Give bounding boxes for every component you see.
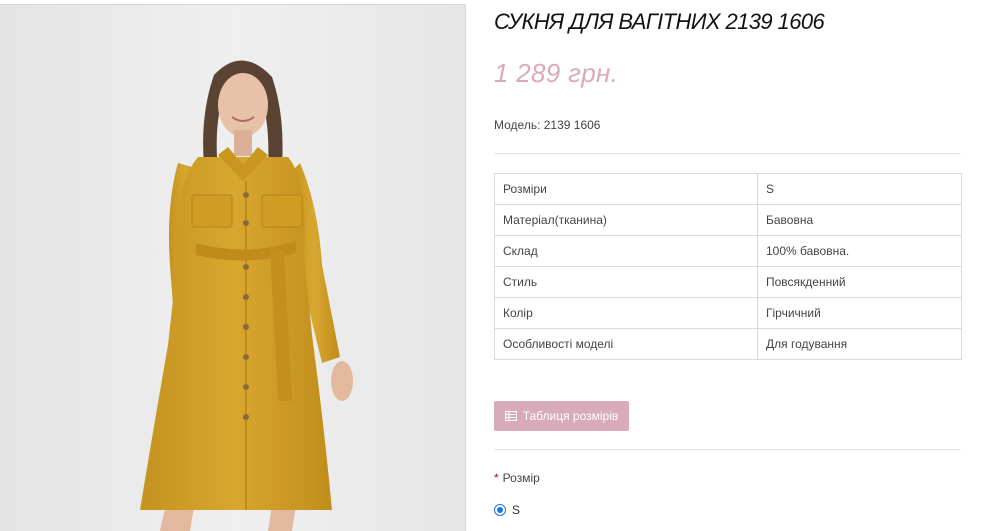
model-label: Модель: <box>494 118 541 132</box>
spec-key: Розміри <box>494 173 758 205</box>
model-in-mustard-dress-illustration <box>0 5 465 531</box>
divider <box>494 153 961 154</box>
spec-key: Особливості моделі <box>494 328 758 360</box>
table-row: Стиль Повсякденний <box>494 266 962 298</box>
model-info: Модель: 2139 1606 <box>494 118 600 132</box>
spec-key: Стиль <box>494 266 758 298</box>
table-row: Матеріал(тканина) Бавовна <box>494 204 962 236</box>
size-option-label: * Розмір <box>494 471 540 485</box>
spec-key: Колір <box>494 297 758 329</box>
product-title: СУКНЯ ДЛЯ ВАГІТНИХ 2139 1606 <box>494 9 825 34</box>
spec-value: Гірчичний <box>757 297 962 329</box>
spec-key: Склад <box>494 235 758 267</box>
product-image[interactable] <box>0 4 466 531</box>
size-label-text: Розмір <box>502 471 540 485</box>
size-chart-button[interactable]: Таблиця розмірів <box>494 401 629 431</box>
size-option-text: S <box>512 503 521 517</box>
divider <box>494 449 961 450</box>
spec-value: 100% бавовна. <box>757 235 962 267</box>
product-price: 1 289 грн. <box>494 58 619 88</box>
model-value: 2139 1606 <box>543 118 601 132</box>
table-icon <box>504 411 517 421</box>
spec-value: S <box>757 173 962 205</box>
table-row: Колір Гірчичний <box>494 297 962 329</box>
spec-value: Бавовна <box>757 204 962 236</box>
spec-key: Матеріал(тканина) <box>494 204 758 236</box>
table-row: Особливості моделі Для годування <box>494 328 962 360</box>
size-chart-label: Таблиця розмірів <box>522 409 619 423</box>
table-row: Розміри S <box>494 173 962 205</box>
size-radio-button[interactable] <box>494 504 506 516</box>
table-row: Склад 100% бавовна. <box>494 235 962 267</box>
size-option-s[interactable]: S <box>494 503 520 517</box>
required-mark: * <box>494 471 499 485</box>
spec-value: Для годування <box>757 328 962 360</box>
spec-value: Повсякденний <box>757 266 962 298</box>
specs-table: Розміри S Матеріал(тканина) Бавовна Скла… <box>494 173 962 360</box>
